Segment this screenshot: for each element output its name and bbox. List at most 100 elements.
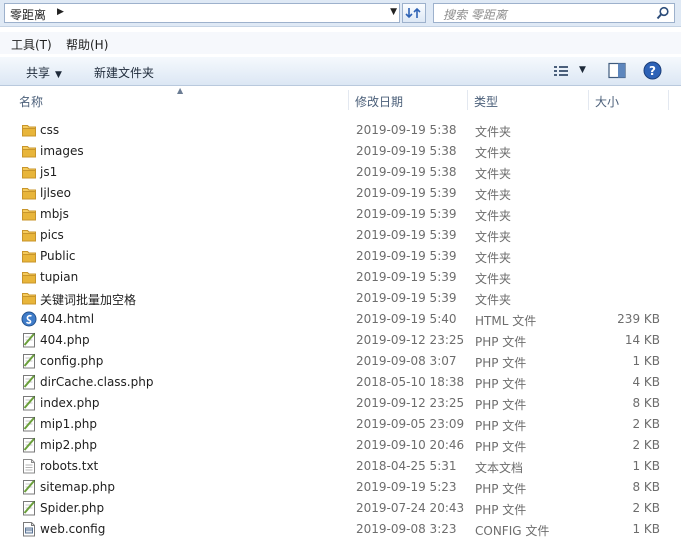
- php-file-icon: [21, 437, 37, 453]
- column-divider[interactable]: [668, 90, 669, 110]
- search-placeholder: 搜索 零距离: [443, 8, 507, 22]
- folder-icon: [21, 290, 37, 306]
- file-row[interactable]: web.config 2019-09-08 3:23 CONFIG 文件 1 KB: [0, 519, 681, 540]
- file-name: pics: [40, 228, 64, 242]
- file-row[interactable]: mip2.php 2019-09-10 20:46 PHP 文件 2 KB: [0, 435, 681, 456]
- file-row[interactable]: tupian 2019-09-19 5:39 文件夹: [0, 267, 681, 288]
- file-row[interactable]: css 2019-09-19 5:38 文件夹: [0, 120, 681, 141]
- file-modified-date: 2019-09-12 23:25: [356, 333, 465, 347]
- new-folder-button[interactable]: 新建文件夹: [94, 64, 154, 81]
- file-type: 文本文档: [475, 461, 524, 475]
- file-list: css 2019-09-19 5:38 文件夹 images 2019-09-19 5:…: [0, 120, 681, 540]
- file-row[interactable]: dirCache.class.php 2018-05-10 18:38 PHP 文件…: [0, 372, 681, 393]
- preview-pane-icon: [608, 62, 626, 79]
- file-size: 8 KB: [632, 480, 660, 494]
- file-type: PHP 文件: [475, 398, 527, 412]
- file-modified-date: 2019-09-10 20:46: [356, 438, 465, 452]
- file-row[interactable]: mbjs 2019-09-19 5:39 文件夹: [0, 204, 681, 225]
- file-type: 文件夹: [475, 209, 512, 223]
- file-modified-date: 2019-09-19 5:39: [356, 270, 457, 284]
- view-details-icon: [554, 66, 568, 76]
- column-header-modified[interactable]: 修改日期: [349, 88, 467, 112]
- help-icon: ?: [643, 61, 662, 80]
- file-modified-date: 2019-09-19 5:23: [356, 480, 457, 494]
- php-file-icon: [21, 353, 37, 369]
- file-name: 404.php: [40, 333, 90, 347]
- folder-icon: [21, 185, 37, 201]
- file-type: 文件夹: [475, 230, 512, 244]
- file-row[interactable]: index.php 2019-09-12 23:25 PHP 文件 8 KB: [0, 393, 681, 414]
- file-modified-date: 2019-09-19 5:39: [356, 207, 457, 221]
- file-name: css: [40, 123, 60, 137]
- file-name: Public: [40, 249, 76, 263]
- file-name: images: [40, 144, 84, 158]
- menu-tools[interactable]: 工具(T): [11, 36, 52, 53]
- search-icon[interactable]: [656, 6, 670, 20]
- breadcrumb-current-folder[interactable]: 零距离: [10, 6, 46, 23]
- file-type: 文件夹: [475, 272, 512, 286]
- refresh-button[interactable]: [402, 3, 426, 23]
- file-type: PHP 文件: [475, 419, 527, 433]
- folder-icon: [21, 248, 37, 264]
- folder-icon: [21, 143, 37, 159]
- file-row[interactable]: 404.php 2019-09-12 23:25 PHP 文件 14 KB: [0, 330, 681, 351]
- search-input[interactable]: 搜索 零距离: [433, 3, 675, 23]
- address-bar[interactable]: 零距离 ▶ ▼: [4, 3, 400, 23]
- share-button[interactable]: 共享 ▼: [26, 64, 62, 81]
- file-type: 文件夹: [475, 293, 512, 307]
- file-name: mip2.php: [40, 438, 97, 452]
- file-modified-date: 2019-09-12 23:25: [356, 396, 465, 410]
- file-size: 239 KB: [617, 312, 660, 326]
- column-header-type[interactable]: 类型: [468, 88, 588, 112]
- file-size: 2 KB: [632, 417, 660, 431]
- php-file-icon: [21, 395, 37, 411]
- address-dropdown-icon[interactable]: ▼: [390, 7, 397, 17]
- file-size: 4 KB: [632, 375, 660, 389]
- menu-bar: 工具(T) 帮助(H): [0, 32, 681, 54]
- preview-pane-button[interactable]: [608, 62, 626, 82]
- file-row[interactable]: mip1.php 2019-09-05 23:09 PHP 文件 2 KB: [0, 414, 681, 435]
- file-row[interactable]: config.php 2019-09-08 3:07 PHP 文件 1 KB: [0, 351, 681, 372]
- file-name: config.php: [40, 354, 104, 368]
- file-name: ljlseo: [40, 186, 71, 200]
- file-type: PHP 文件: [475, 440, 527, 454]
- php-file-icon: [21, 479, 37, 495]
- file-size: 1 KB: [632, 522, 660, 536]
- menu-help[interactable]: 帮助(H): [66, 36, 108, 53]
- file-row[interactable]: sitemap.php 2019-09-19 5:23 PHP 文件 8 KB: [0, 477, 681, 498]
- file-modified-date: 2019-09-19 5:39: [356, 291, 457, 305]
- file-row[interactable]: robots.txt 2018-04-25 5:31 文本文档 1 KB: [0, 456, 681, 477]
- folder-icon: [21, 269, 37, 285]
- file-modified-date: 2019-09-05 23:09: [356, 417, 465, 431]
- file-modified-date: 2019-09-19 5:39: [356, 186, 457, 200]
- file-row[interactable]: 404.html 2019-09-19 5:40 HTML 文件 239 KB: [0, 309, 681, 330]
- file-type: 文件夹: [475, 146, 512, 160]
- php-file-icon: [21, 416, 37, 432]
- file-row[interactable]: ljlseo 2019-09-19 5:39 文件夹: [0, 183, 681, 204]
- breadcrumb-chevron-icon[interactable]: ▶: [57, 7, 64, 17]
- column-header-size[interactable]: 大小: [589, 88, 669, 112]
- file-row[interactable]: images 2019-09-19 5:38 文件夹: [0, 141, 681, 162]
- column-header-name[interactable]: 名称: [0, 88, 350, 112]
- file-size: 1 KB: [632, 354, 660, 368]
- file-type: 文件夹: [475, 125, 512, 139]
- file-row[interactable]: Public 2019-09-19 5:39 文件夹: [0, 246, 681, 267]
- help-button[interactable]: ?: [643, 61, 662, 83]
- file-row[interactable]: pics 2019-09-19 5:39 文件夹: [0, 225, 681, 246]
- file-modified-date: 2019-09-19 5:39: [356, 228, 457, 242]
- address-bar-row: 零距离 ▶ ▼ 搜索 零距离: [0, 0, 681, 27]
- config-file-icon: [21, 521, 37, 537]
- file-size: 14 KB: [624, 333, 660, 347]
- file-name: js1: [40, 165, 58, 179]
- file-row[interactable]: 关键词批量加空格 2019-09-19 5:39 文件夹: [0, 288, 681, 309]
- view-options-button[interactable]: [553, 64, 569, 81]
- file-modified-date: 2018-05-10 18:38: [356, 375, 465, 389]
- file-row[interactable]: Spider.php 2019-07-24 20:43 PHP 文件 2 KB: [0, 498, 681, 519]
- file-name: tupian: [40, 270, 79, 284]
- file-name: dirCache.class.php: [40, 375, 154, 389]
- file-name: mip1.php: [40, 417, 97, 431]
- file-modified-date: 2018-04-25 5:31: [356, 459, 457, 473]
- command-toolbar: 共享 ▼ 新建文件夹 ▼ ?: [0, 56, 681, 86]
- view-dropdown-icon[interactable]: ▼: [579, 65, 586, 75]
- file-row[interactable]: js1 2019-09-19 5:38 文件夹: [0, 162, 681, 183]
